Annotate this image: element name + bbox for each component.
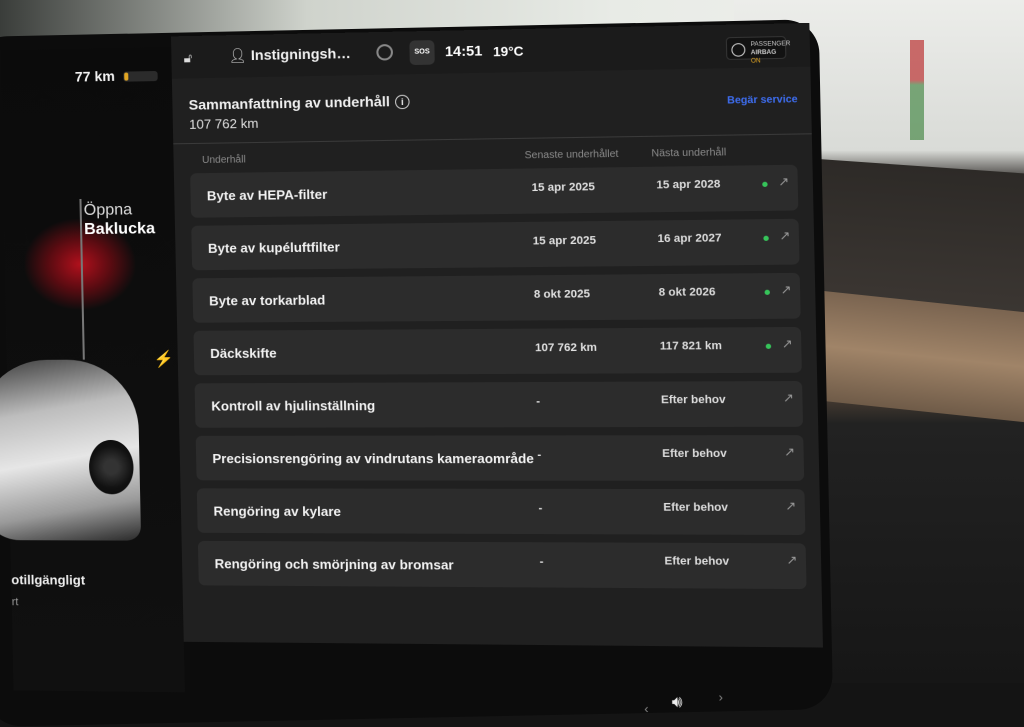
arrow-up-right-icon[interactable]: ↗ — [783, 390, 794, 405]
arrow-up-right-icon[interactable]: ↗ — [784, 444, 795, 459]
maintenance-item-name: Rengöring av kylare — [213, 503, 342, 520]
lock-open-icon[interactable]: 🔓︎ — [183, 50, 192, 66]
last-service-value: 15 apr 2025 — [532, 234, 597, 248]
outside-temperature: 19°C — [492, 43, 524, 60]
passenger-airbag-indicator: PASSENGER AIRBAG ON — [725, 35, 791, 65]
maintenance-item-name: Precisionsrengöring av vindrutans kamera… — [212, 450, 535, 467]
next-service-value: Efter behov — [660, 393, 726, 407]
maintenance-row[interactable]: Rengöring av kylare - Efter behov ↗ — [196, 488, 806, 535]
maintenance-item-name: Kontroll av hjulinställning — [211, 397, 376, 414]
column-header-last: Senaste underhållet — [524, 148, 619, 162]
column-header-item: Underhåll — [201, 154, 246, 167]
airbag-state: ON — [750, 58, 761, 65]
maintenance-row[interactable]: Byte av torkarblad 8 okt 2025 8 okt 2026 ↗ — [192, 272, 801, 323]
arrow-up-right-icon[interactable]: ↗ — [785, 499, 796, 514]
next-service-value: 8 okt 2026 — [658, 286, 716, 299]
vehicle-panel: 77 km Öppna Baklucka ⚡ otillgängligt rt — [0, 46, 185, 693]
airbag-icon — [731, 43, 746, 57]
availability-subtext: rt — [11, 596, 19, 609]
arrow-up-right-icon[interactable]: ↗ — [781, 282, 792, 297]
chevron-right-icon[interactable]: › — [718, 690, 723, 705]
maintenance-item-name: Byte av kupéluftfilter — [207, 239, 340, 256]
last-service-value: - — [536, 395, 541, 408]
maintenance-row[interactable]: Rengöring och smörjning av bromsar - Efter… — [197, 540, 807, 590]
next-service-value: Efter behov — [664, 555, 730, 568]
request-service-link[interactable]: Begär service — [727, 94, 798, 107]
maintenance-item-name: Byte av torkarblad — [208, 292, 326, 309]
volume-icon[interactable]: 🔊︎ — [672, 694, 683, 713]
clock: 14:51 — [444, 42, 483, 60]
target-icon[interactable] — [376, 43, 394, 61]
next-service-value: Efter behov — [663, 501, 729, 514]
next-service-value: 16 apr 2027 — [657, 232, 722, 246]
odometer: 107 762 km — [188, 115, 259, 132]
column-header-next: Nästa underhåll — [651, 147, 727, 160]
chevron-left-icon[interactable]: ‹ — [644, 702, 649, 717]
status-dot-icon — [763, 235, 769, 241]
page-title-text: Sammanfattning av underhåll — [188, 92, 391, 113]
status-dot-icon — [765, 343, 772, 349]
touchscreen: 77 km Öppna Baklucka ⚡ otillgängligt rt … — [0, 22, 859, 716]
background-light-strip — [910, 40, 924, 140]
arrow-up-right-icon[interactable]: ↗ — [779, 228, 790, 243]
last-service-value: 107 762 km — [534, 341, 598, 355]
maintenance-panel: 🔓︎ 👤︎ Instigningsh… SOS 14:51 19°C PASSE… — [170, 23, 823, 648]
availability-text: otillgängligt — [11, 572, 86, 588]
arrow-up-right-icon[interactable]: ↗ — [778, 174, 789, 189]
info-icon[interactable]: i — [394, 94, 410, 110]
driver-profile[interactable]: Instigningsh… — [251, 45, 351, 63]
arrow-up-right-icon[interactable]: ↗ — [782, 336, 793, 351]
battery-icon — [123, 70, 158, 82]
open-trunk-button[interactable]: Öppna Baklucka — [84, 200, 156, 239]
car-wheel — [88, 439, 135, 495]
maintenance-item-name: Byte av HEPA-filter — [206, 186, 328, 204]
open-trunk-action: Öppna — [83, 201, 133, 220]
maintenance-row[interactable]: Byte av kupéluftfilter 15 apr 2025 16 apr … — [191, 218, 800, 271]
maintenance-row[interactable]: Kontroll av hjulinställning - Efter behov ↗ — [194, 381, 804, 428]
next-service-value: Efter behov — [662, 447, 727, 461]
maintenance-row[interactable]: Däckskifte 107 762 km 117 821 km ↗ — [193, 326, 802, 376]
range-readout: 77 km — [74, 67, 116, 85]
sos-icon[interactable]: SOS — [409, 40, 435, 66]
maintenance-row[interactable]: Byte av HEPA-filter 15 apr 2025 15 apr 202… — [190, 164, 799, 218]
open-trunk-label: Baklucka — [83, 220, 156, 239]
maintenance-row[interactable]: Precisionsrengöring av vindrutans kamera… — [195, 435, 805, 481]
next-service-value: 15 apr 2028 — [656, 178, 721, 192]
user-icon[interactable]: 👤︎ — [228, 47, 247, 65]
arrow-up-right-icon[interactable]: ↗ — [786, 553, 797, 568]
last-service-value: 15 apr 2025 — [531, 180, 595, 195]
last-service-value: - — [538, 502, 543, 515]
maintenance-item-name: Rengöring och smörjning av bromsar — [214, 556, 454, 573]
status-dot-icon — [764, 289, 771, 295]
last-service-value: - — [537, 448, 542, 462]
airbag-line2: AIRBAG — [750, 49, 777, 57]
last-service-value: 8 okt 2025 — [533, 288, 591, 301]
bolt-icon[interactable]: ⚡ — [153, 349, 174, 369]
status-dot-icon — [762, 181, 768, 188]
next-service-value: 117 821 km — [659, 339, 723, 353]
page-title: Sammanfattning av underhåll i — [189, 93, 410, 113]
maintenance-item-name: Däckskifte — [210, 345, 277, 362]
airbag-line1: PASSENGER — [750, 41, 791, 49]
divider — [173, 133, 812, 145]
last-service-value: - — [539, 555, 544, 568]
